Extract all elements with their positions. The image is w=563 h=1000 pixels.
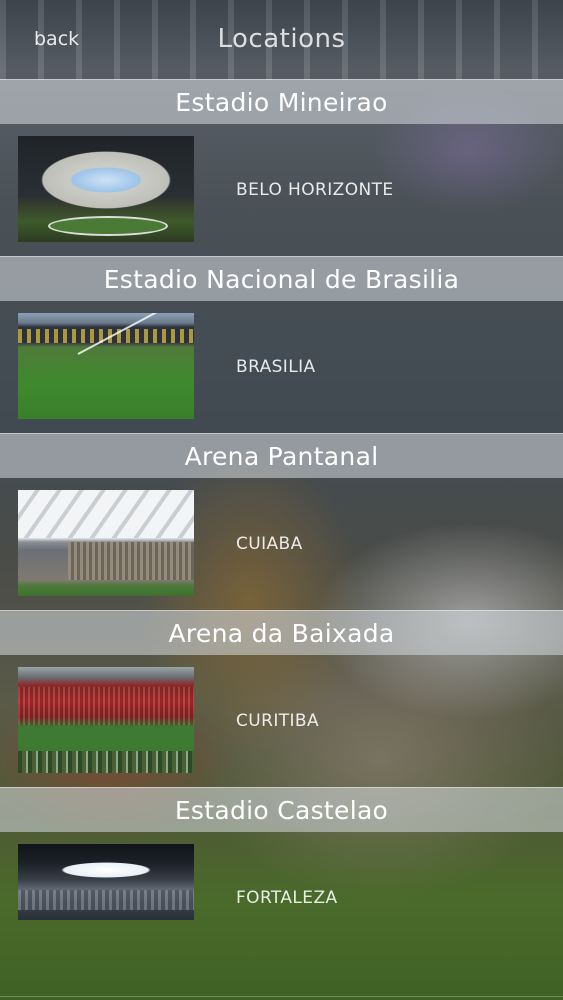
page-title: Locations [217,24,346,54]
section-header-stadium: Estadio Mineirao [0,79,563,124]
section-header-stadium: Estadio Castelao [0,787,563,832]
stadium-photo [18,313,194,419]
crowd-stand [18,687,194,725]
city-label: FORTALEZA [236,888,338,908]
stadium-photo [18,136,194,242]
stadium-seats [18,890,194,910]
sideline-people [18,751,194,773]
city-label: BRASILIA [236,357,316,377]
location-row[interactable]: FORTALEZA [0,832,563,964]
section-header-stadium: Arena da Baixada [0,610,563,655]
pitch-shape [48,216,168,236]
city-label: BELO HORIZONTE [236,180,394,200]
bottom-divider [0,996,563,997]
stadium-photo [18,844,194,920]
crowd-stand [68,542,194,580]
stadium-photo [18,667,194,773]
city-label: CUIABA [236,534,303,554]
city-label: CURITIBA [236,711,320,731]
section-header-stadium: Estadio Nacional de Brasilia [0,256,563,301]
stand-stripe [18,329,194,343]
section-header-stadium: Arena Pantanal [0,433,563,478]
navigation-bar: back Locations [0,0,563,80]
location-row[interactable]: BRASILIA [0,301,563,433]
locations-list: Estadio Mineirao BELO HORIZONTE Estadio … [0,79,563,964]
location-row[interactable]: CUIABA [0,478,563,610]
stadium-photo [18,490,194,596]
location-row[interactable]: CURITIBA [0,655,563,787]
stadium-roof [18,490,194,538]
location-row[interactable]: BELO HORIZONTE [0,124,563,256]
